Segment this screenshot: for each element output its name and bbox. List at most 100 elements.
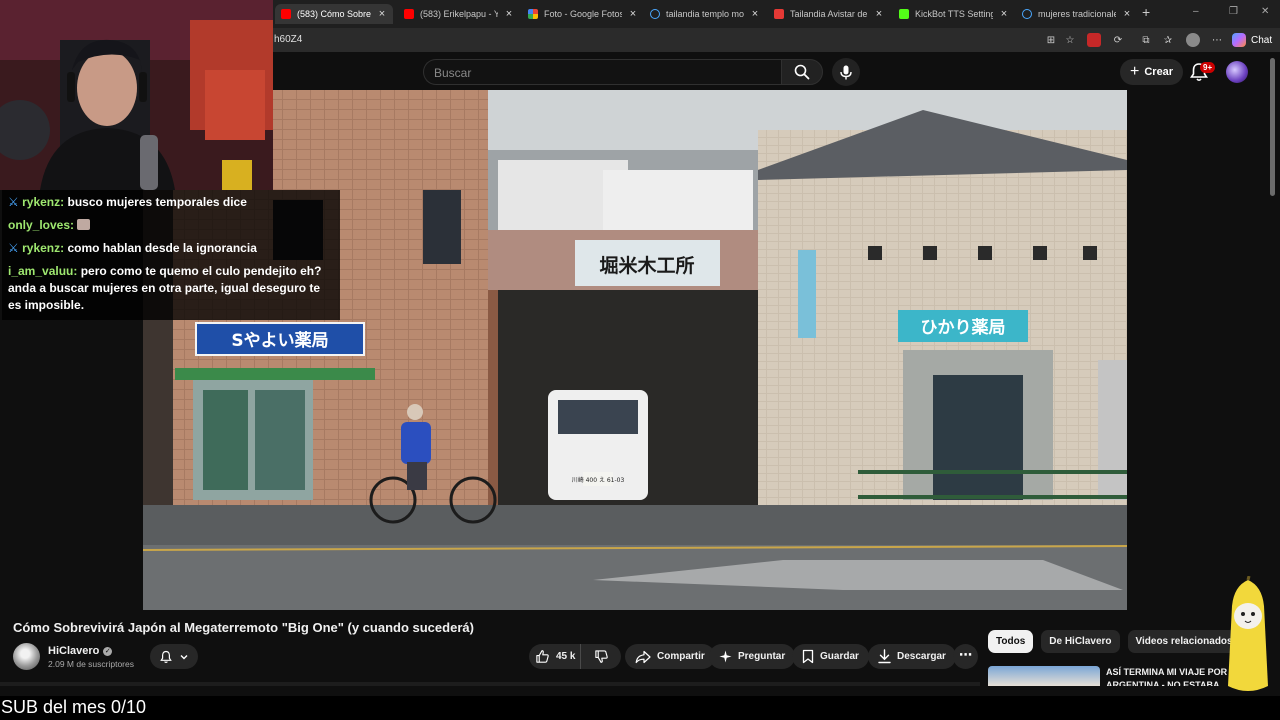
profile-icon[interactable] bbox=[1186, 33, 1200, 47]
red-square-icon bbox=[774, 9, 784, 19]
search-icon bbox=[650, 9, 660, 19]
tab-title: (583) Cómo Sobreviv bbox=[297, 9, 371, 19]
tab-title: tailandia templo monos bbox=[666, 9, 744, 19]
install-app-icon[interactable]: ⊞ bbox=[1044, 33, 1058, 47]
chat-username: only_loves bbox=[8, 218, 71, 232]
chat-label: Chat bbox=[1251, 34, 1273, 46]
channel-name-row[interactable]: HiClavero ✓ bbox=[48, 645, 113, 657]
browser-tab-2[interactable]: (583) Erikelpapu - YouTu × bbox=[400, 4, 518, 24]
chat-message: only_loves: bbox=[8, 217, 334, 234]
search-icon bbox=[1022, 9, 1032, 19]
video-frame: Sやよい薬局 堀米木工所 川崎 400 え 61-03 ひかり薬局 bbox=[143, 90, 1127, 610]
streamer-webcam bbox=[0, 0, 273, 190]
pharmacy-sign-left: Sやよい薬局 bbox=[231, 331, 328, 351]
browser-tab-4[interactable]: tailandia templo monos × bbox=[646, 4, 764, 24]
below-video-divider bbox=[0, 682, 980, 686]
dislike-button[interactable] bbox=[581, 644, 621, 669]
account-avatar[interactable] bbox=[1226, 61, 1248, 83]
chip-from-channel[interactable]: De HiClavero bbox=[1041, 630, 1120, 653]
close-icon[interactable]: × bbox=[1122, 8, 1132, 20]
minimize-button[interactable]: – bbox=[1193, 6, 1199, 17]
window-close-button[interactable]: ✕ bbox=[1261, 6, 1269, 17]
close-icon[interactable]: × bbox=[874, 8, 884, 20]
more-actions-icon[interactable]: ⋯ bbox=[953, 644, 978, 669]
thumbs-up-icon bbox=[536, 650, 549, 663]
tab-title: Tailandia Avistar delfine bbox=[790, 9, 868, 19]
chat-text: como hablan desde la ignorancia bbox=[67, 241, 257, 255]
browser-tab-5[interactable]: Tailandia Avistar delfine × bbox=[770, 4, 888, 24]
youtube-icon bbox=[404, 9, 414, 19]
more-menu-icon[interactable]: ⋯ bbox=[1210, 33, 1224, 47]
search-button[interactable] bbox=[781, 59, 823, 85]
close-icon[interactable]: × bbox=[504, 8, 514, 20]
browser-tab-3[interactable]: Foto - Google Fotos × bbox=[524, 4, 642, 24]
close-icon[interactable]: × bbox=[377, 8, 387, 20]
maximize-button[interactable]: ❐ bbox=[1229, 6, 1238, 17]
banana-cat-sticker bbox=[1228, 576, 1268, 691]
browser-tab-6[interactable]: KickBot TTS Settings × bbox=[895, 4, 1013, 24]
pharmacy-sign-right: ひかり薬局 bbox=[921, 318, 1006, 338]
new-tab-button[interactable]: + bbox=[1142, 4, 1150, 20]
emote-icon bbox=[77, 219, 91, 230]
stream-chat-overlay: ⚔ ryken​z: busco mujeres temporales dice… bbox=[2, 190, 340, 320]
chat-username: ryken​z bbox=[22, 241, 61, 255]
chat-username: i_am_valuu bbox=[8, 264, 74, 278]
tab-title: mujeres tradicionales d bbox=[1038, 9, 1116, 19]
voice-search-button[interactable] bbox=[832, 58, 860, 86]
share-button[interactable]: Compartir bbox=[625, 644, 715, 669]
video-player[interactable]: Sやよい薬局 堀米木工所 川崎 400 え 61-03 ひかり薬局 bbox=[143, 90, 1127, 610]
search-input[interactable]: Buscar bbox=[423, 59, 781, 85]
download-button[interactable]: Descargar bbox=[868, 644, 956, 669]
workshop-sign: 堀米木工所 bbox=[599, 254, 694, 277]
save-button[interactable]: Guardar bbox=[792, 644, 869, 669]
like-dislike-group: 45 k bbox=[529, 644, 621, 669]
download-icon bbox=[878, 649, 891, 664]
recommendation-title[interactable]: ASÍ TERMINA MI VIAJE POR ARGENTINA - NO … bbox=[1106, 666, 1231, 686]
notification-badge: 9+ bbox=[1200, 62, 1216, 73]
sword-badge-icon: ⚔ bbox=[8, 241, 19, 255]
favorite-star-icon[interactable]: ☆ bbox=[1063, 33, 1077, 47]
webcam-feed bbox=[0, 0, 273, 190]
create-label: Crear bbox=[1144, 66, 1174, 78]
kickbot-icon bbox=[899, 9, 909, 19]
like-count: 45 k bbox=[556, 651, 576, 662]
share-arrow-icon bbox=[635, 650, 651, 663]
license-plate: 川崎 400 え 61-03 bbox=[572, 476, 625, 484]
scrollbar-thumb[interactable] bbox=[1270, 58, 1275, 196]
chat-message: ⚔ ryken​z: busco mujeres temporales dice bbox=[8, 195, 247, 209]
bell-icon bbox=[160, 650, 172, 663]
extension-puzzle-icon[interactable]: ⟳ bbox=[1111, 33, 1125, 47]
ask-button[interactable]: Preguntar bbox=[709, 644, 796, 669]
channel-name[interactable]: HiClavero bbox=[48, 645, 99, 657]
browser-tab-1[interactable]: (583) Cómo Sobreviv × bbox=[275, 4, 393, 24]
close-icon[interactable]: × bbox=[628, 8, 638, 20]
download-label: Descargar bbox=[897, 651, 946, 662]
thumbs-down-icon bbox=[594, 650, 608, 663]
chat-message: i_am_valuu: pero como te quemo el culo p… bbox=[8, 264, 322, 312]
favorites-icon[interactable]: ✰ bbox=[1161, 33, 1175, 47]
url-text[interactable]: h60Z4 bbox=[274, 34, 302, 45]
split-screen-icon[interactable]: ⧉ bbox=[1139, 33, 1153, 47]
extension-icon[interactable] bbox=[1087, 33, 1101, 47]
copilot-chat-button[interactable]: Chat bbox=[1232, 31, 1272, 49]
chat-username: ryken​z bbox=[22, 195, 61, 209]
save-label: Guardar bbox=[820, 651, 859, 662]
create-button[interactable]: + Crear bbox=[1120, 59, 1184, 85]
plus-icon: + bbox=[1130, 63, 1140, 80]
browser-tab-7[interactable]: mujeres tradicionales d × bbox=[1018, 4, 1136, 24]
chip-all[interactable]: Todos bbox=[988, 630, 1034, 653]
channel-avatar[interactable] bbox=[13, 643, 40, 670]
share-label: Compartir bbox=[657, 651, 705, 662]
chat-text: busco mujeres temporales dice bbox=[67, 195, 247, 209]
close-icon[interactable]: × bbox=[999, 8, 1009, 20]
tab-title: Foto - Google Fotos bbox=[544, 9, 622, 19]
subscription-notifications-button[interactable] bbox=[150, 644, 198, 669]
google-photos-icon bbox=[528, 9, 538, 19]
sub-goal-bar bbox=[0, 696, 1280, 720]
verified-check-icon: ✓ bbox=[103, 646, 113, 656]
close-icon[interactable]: × bbox=[750, 8, 760, 20]
recommendation-thumbnail[interactable] bbox=[988, 666, 1100, 686]
sub-goal-counter: SUB del mes 0/10 bbox=[1, 697, 147, 717]
like-button[interactable]: 45 k bbox=[529, 644, 581, 669]
sparkle-icon bbox=[719, 650, 732, 663]
